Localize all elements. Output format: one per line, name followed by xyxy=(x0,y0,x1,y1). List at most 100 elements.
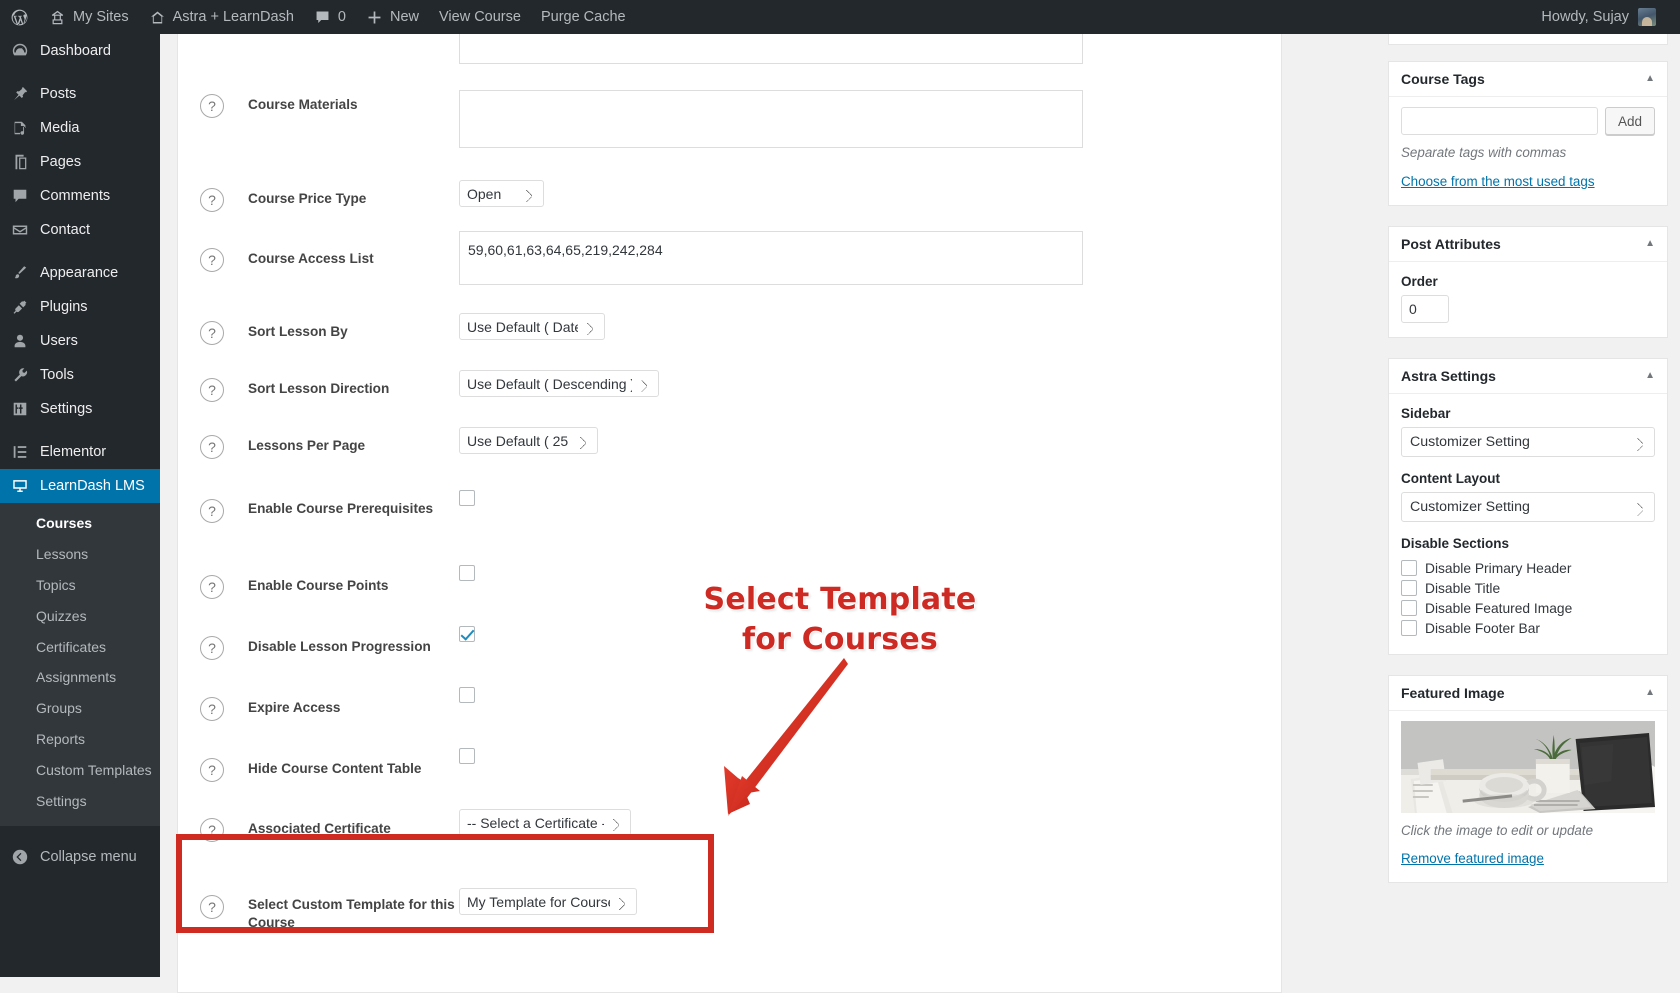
comments-bubble-menu[interactable]: 0 xyxy=(304,0,356,34)
new-content-menu[interactable]: New xyxy=(356,0,429,34)
remove-featured-image-link[interactable]: Remove featured image xyxy=(1401,851,1544,866)
order-input[interactable] xyxy=(1401,295,1449,323)
disable-title-checkbox[interactable] xyxy=(1401,580,1417,596)
disable-featured-image-checkbox[interactable] xyxy=(1401,600,1417,616)
help-icon[interactable]: ? xyxy=(200,188,224,212)
my-sites-menu[interactable]: My Sites xyxy=(39,0,139,34)
help-icon[interactable]: ? xyxy=(200,321,224,345)
astra-settings-body: Sidebar Customizer Setting Content Layou… xyxy=(1389,394,1667,654)
sidebar-item-posts[interactable]: Posts xyxy=(0,77,160,111)
sidebar-item-users[interactable]: Users xyxy=(0,324,160,358)
sidebar-item-dashboard[interactable]: Dashboard xyxy=(0,34,160,68)
sidebar-item-learndash-lms[interactable]: LearnDash LMS xyxy=(0,469,160,503)
astra-settings-header[interactable]: Astra Settings ▲ xyxy=(1389,359,1667,394)
course-price-type-select[interactable]: Open xyxy=(459,180,544,207)
field-label-enable-course-points: Enable Course Points xyxy=(248,578,389,593)
field-control-select-custom-template: My Template for Course 1 xyxy=(459,885,1281,915)
purge-cache-link[interactable]: Purge Cache xyxy=(531,0,636,34)
sidebar-item-certificates[interactable]: Certificates xyxy=(0,632,160,663)
sidebar-item-assignments[interactable]: Assignments xyxy=(0,662,160,693)
sidebar-item-settings[interactable]: Settings xyxy=(0,392,160,426)
sort-lesson-by-select[interactable]: Use Default ( Date ) xyxy=(459,313,605,340)
field-label-hide-course-content-table: Hide Course Content Table xyxy=(248,761,422,776)
site-name-menu[interactable]: Astra + LearnDash xyxy=(139,0,304,34)
sidebar-item-media[interactable]: Media xyxy=(0,111,160,145)
help-icon[interactable]: ? xyxy=(200,895,224,919)
sidebar-label: Appearance xyxy=(40,265,119,281)
disable-footer-bar-checkbox[interactable] xyxy=(1401,620,1417,636)
sidebar-label: Comments xyxy=(40,188,111,204)
disable-featured-image-label[interactable]: Disable Featured Image xyxy=(1425,601,1572,616)
course-tags-header[interactable]: Course Tags ▲ xyxy=(1389,62,1667,97)
featured-image-thumbnail[interactable] xyxy=(1401,721,1655,813)
astra-content-layout-select[interactable]: Customizer Setting xyxy=(1401,492,1655,522)
sidebar-item-quizzes[interactable]: Quizzes xyxy=(0,601,160,632)
course-access-list-textarea[interactable]: 59,60,61,63,64,65,219,242,284 xyxy=(459,231,1083,285)
user-icon xyxy=(10,332,30,350)
lessons-per-page-select[interactable]: Use Default ( 25 ) xyxy=(459,427,598,454)
sidebar-item-lessons[interactable]: Lessons xyxy=(0,539,160,570)
sidebar-item-groups[interactable]: Groups xyxy=(0,693,160,724)
help-icon[interactable]: ? xyxy=(200,575,224,599)
enable-course-points-checkbox[interactable] xyxy=(459,565,475,581)
sidebar-item-ld-settings[interactable]: Settings xyxy=(0,786,160,817)
disable-lesson-progression-checkbox[interactable] xyxy=(459,626,475,642)
admin-sidebar-menu: Dashboard Posts Media Pages Comments Con… xyxy=(0,34,160,977)
form-row-lessons-per-page: ? Lessons Per Page Use Default ( 25 ) xyxy=(178,427,1281,459)
site-home-icon xyxy=(149,9,166,26)
sidebar-item-reports[interactable]: Reports xyxy=(0,724,160,755)
wordpress-logo-menu[interactable] xyxy=(0,0,39,34)
enable-course-prerequisites-checkbox[interactable] xyxy=(459,490,475,506)
help-icon[interactable]: ? xyxy=(200,94,224,118)
select-custom-template-select[interactable]: My Template for Course 1 xyxy=(459,888,637,915)
help-icon[interactable]: ? xyxy=(200,758,224,782)
my-account-menu[interactable]: Howdy, Sujay xyxy=(1531,0,1666,34)
help-icon[interactable]: ? xyxy=(200,248,224,272)
help-icon[interactable]: ? xyxy=(200,435,224,459)
help-icon[interactable]: ? xyxy=(200,697,224,721)
disable-footer-bar-label[interactable]: Disable Footer Bar xyxy=(1425,621,1540,636)
sidebar-item-pages[interactable]: Pages xyxy=(0,145,160,179)
course-description-textarea[interactable] xyxy=(459,32,1083,64)
disable-title-label[interactable]: Disable Title xyxy=(1425,581,1500,596)
sidebar-label: Posts xyxy=(40,86,77,102)
sidebar-item-plugins[interactable]: Plugins xyxy=(0,290,160,324)
sidebar-item-contact[interactable]: Contact xyxy=(0,213,160,247)
chevron-up-icon[interactable]: ▲ xyxy=(1645,371,1655,381)
sidebar-label: Elementor xyxy=(40,444,107,460)
chevron-up-icon[interactable]: ▲ xyxy=(1645,74,1655,84)
add-tag-button[interactable]: Add xyxy=(1605,107,1656,135)
sidebar-item-custom-templates[interactable]: Custom Templates xyxy=(0,755,160,786)
hide-course-content-table-checkbox[interactable] xyxy=(459,748,475,764)
choose-most-used-tags-link[interactable]: Choose from the most used tags xyxy=(1401,174,1595,189)
expire-access-checkbox[interactable] xyxy=(459,687,475,703)
sidebar-item-elementor[interactable]: Elementor xyxy=(0,435,160,469)
chevron-up-icon[interactable]: ▲ xyxy=(1645,239,1655,249)
help-icon[interactable]: ? xyxy=(200,499,224,523)
plus-icon xyxy=(366,9,383,26)
sidebar-item-topics[interactable]: Topics xyxy=(0,570,160,601)
course-tags-input[interactable] xyxy=(1401,107,1598,135)
astra-sidebar-select[interactable]: Customizer Setting xyxy=(1401,427,1655,457)
disable-primary-header-label[interactable]: Disable Primary Header xyxy=(1425,561,1571,576)
help-icon[interactable]: ? xyxy=(200,636,224,660)
sidebar-item-comments[interactable]: Comments xyxy=(0,179,160,213)
sidebar-item-appearance[interactable]: Appearance xyxy=(0,256,160,290)
sidebar-item-courses[interactable]: Courses xyxy=(0,508,160,539)
chevron-up-icon[interactable]: ▲ xyxy=(1645,688,1655,698)
help-icon[interactable]: ? xyxy=(200,378,224,402)
astra-disable-sections-label: Disable Sections xyxy=(1401,536,1510,551)
astra-settings-title: Astra Settings xyxy=(1401,368,1496,384)
field-label-lessons-per-page: Lessons Per Page xyxy=(248,438,366,453)
sidebar-label: Settings xyxy=(40,401,93,417)
post-attributes-header[interactable]: Post Attributes ▲ xyxy=(1389,227,1667,262)
view-course-link[interactable]: View Course xyxy=(429,0,531,34)
sidebar-item-tools[interactable]: Tools xyxy=(0,358,160,392)
course-materials-textarea[interactable] xyxy=(459,90,1083,148)
disable-primary-header-checkbox[interactable] xyxy=(1401,560,1417,576)
associated-certificate-select[interactable]: -- Select a Certificate -- xyxy=(459,809,631,836)
featured-image-header[interactable]: Featured Image ▲ xyxy=(1389,676,1667,711)
collapse-menu-button[interactable]: Collapse menu xyxy=(0,840,160,874)
help-icon[interactable]: ? xyxy=(200,818,224,842)
sort-lesson-direction-select[interactable]: Use Default ( Descending ) xyxy=(459,370,659,397)
